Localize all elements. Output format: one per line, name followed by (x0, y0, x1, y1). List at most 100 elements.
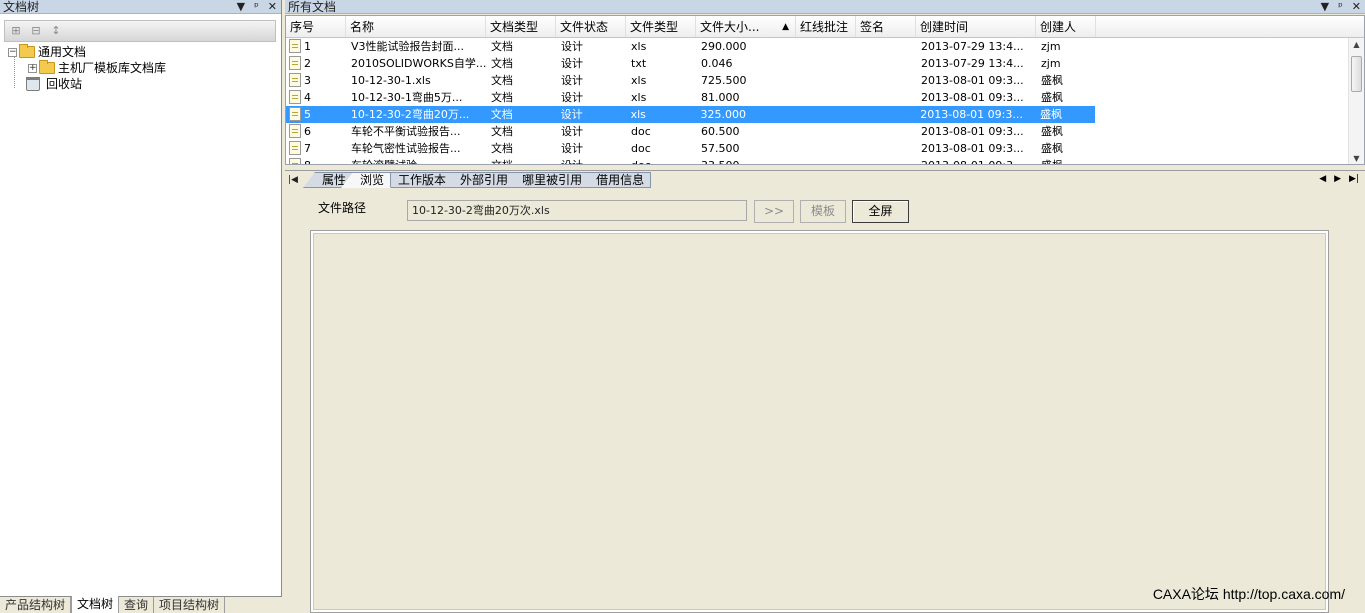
cell-name: 车轮滚臂试验... (346, 157, 486, 164)
header-label: 创建人 (1040, 20, 1077, 34)
cell-text: 文档 (491, 159, 513, 164)
header-col-file-type[interactable]: 文件类型 (626, 16, 696, 37)
vertical-scrollbar[interactable]: ▲ ▼ (1348, 38, 1364, 164)
cell-redline (796, 89, 856, 106)
header-label: 名称 (350, 20, 375, 34)
header-col-creator[interactable]: 创建人 (1036, 16, 1096, 37)
close-icon[interactable]: ✕ (1352, 0, 1361, 14)
cell-index: 6 (286, 123, 346, 140)
tree-node-recycle-bin[interactable]: 回收站 (26, 76, 278, 92)
header-col-file-status[interactable]: 文件状态 (556, 16, 626, 37)
collapse-toggle-icon[interactable]: − (8, 47, 17, 57)
all-documents-pane: 所有文档 ▼ ᵖ ✕ 序号 名称 文档类型 文件状态 文件类型 文件大小... ▲ 红线批注签… (285, 0, 1365, 613)
tab-project-structure-tree[interactable]: 项目结构树 (154, 597, 226, 613)
cell-text: 文档 (491, 74, 513, 87)
all-documents-title-bar: 所有文档 ▼ ᵖ ✕ (285, 0, 1365, 14)
tree-node-oem-template-library[interactable]: + 主机厂模板库文档库 (28, 60, 278, 76)
cell-file-status: 设计 (556, 106, 626, 123)
tab-external-references[interactable]: 外部引用 (441, 172, 516, 188)
cell-text: 文档 (490, 108, 513, 121)
cell-name: 10-12-30-1.xls (346, 72, 486, 89)
cell-text: 725.500 (701, 74, 747, 87)
template-button[interactable]: 模板 (800, 200, 846, 223)
table-row[interactable]: 7 车轮气密性试验报告... 文档 设计 doc 57.500 2013-08-01 09:… (286, 140, 1364, 157)
next-tab-icon[interactable]: ▶ (1334, 172, 1341, 186)
header-col-index[interactable]: 序号 (286, 16, 346, 37)
dropdown-icon[interactable]: ▼ (237, 0, 245, 14)
cell-text: 2 (304, 57, 311, 70)
cell-text: 60.500 (701, 125, 740, 138)
cell-creator: 盛枫 (1036, 157, 1096, 164)
tree-node-general-docs[interactable]: − 通用文档 (8, 44, 278, 60)
cell-creator: 盛枫 (1036, 140, 1096, 157)
close-icon[interactable]: ✕ (268, 0, 277, 14)
cell-created-time: 2013-07-29 13:4... (916, 55, 1036, 72)
first-tab-icon[interactable]: |◀ (285, 172, 301, 188)
document-icon (289, 141, 301, 155)
cell-text: 盛枫 (1041, 142, 1063, 155)
cell-text: 文档 (491, 40, 513, 53)
header-label: 文件大小... (700, 20, 760, 34)
table-row[interactable]: 6 车轮不平衡试验报告... 文档 设计 doc 60.500 2013-08-01 09:… (286, 123, 1364, 140)
table-row[interactable]: 1 V3性能试验报告封面... 文档 设计 xls 290.000 2013-07-29 1… (286, 38, 1364, 55)
cell-file-size: 0.046 (696, 55, 796, 72)
table-row[interactable]: 4 10-12-30-1弯曲5万... 文档 设计 xls 81.000 2013-08-0… (286, 89, 1364, 106)
cell-created-time: 2013-08-01 09:3... (916, 123, 1036, 140)
tab-document-tree[interactable]: 文档树 (71, 596, 120, 613)
documents-grid: 序号 名称 文档类型 文件状态 文件类型 文件大小... ▲ 红线批注 签名 创建时间 创建人 1 V… (285, 15, 1365, 165)
forum-watermark: CAXA论坛 http://top.caxa.com/ (1152, 586, 1345, 602)
forward-button[interactable]: >> (754, 200, 794, 223)
scroll-down-icon[interactable]: ▼ (1349, 152, 1364, 164)
document-icon (289, 56, 301, 70)
pin-icon[interactable]: ᵖ (1338, 0, 1343, 14)
fullscreen-button[interactable]: 全屏 (852, 200, 909, 223)
cell-text: 盛枫 (1041, 91, 1063, 104)
cell-signature (856, 89, 916, 106)
header-col-doc-type[interactable]: 文档类型 (486, 16, 556, 37)
file-path-field[interactable]: 10-12-30-2弯曲20万次.xls (407, 200, 747, 221)
cell-text: 57.500 (701, 142, 740, 155)
table-row[interactable]: 8 车轮滚臂试验... 文档 设计 doc 33.500 2013-08-01 09:3..… (286, 157, 1364, 164)
header-col-created-time[interactable]: 创建时间 (916, 16, 1036, 37)
tree-node-label: 通用文档 (38, 45, 87, 59)
cell-text: 290.000 (701, 40, 747, 53)
document-icon (289, 73, 301, 87)
pin-icon[interactable]: ᵖ (254, 0, 259, 14)
cell-name: 10-12-30-2弯曲20万... (346, 106, 486, 123)
cell-file-status: 设计 (556, 89, 626, 106)
scroll-up-icon[interactable]: ▲ (1349, 38, 1364, 52)
header-col-name[interactable]: 名称 (346, 16, 486, 37)
header-col-file-size[interactable]: 文件大小... ▲ (696, 16, 796, 37)
header-col-redline[interactable]: 红线批注 (796, 16, 856, 37)
tab-query[interactable]: 查询 (119, 597, 155, 613)
table-row[interactable]: 5 10-12-30-2弯曲20万... 文档 设计 xls 325.000 2013-08… (286, 106, 1095, 123)
cell-creator: 盛枫 (1036, 123, 1096, 140)
scrollbar-thumb[interactable] (1351, 56, 1362, 92)
cell-text: 2013-08-01 09:3... (921, 74, 1024, 87)
cell-text: 文档 (491, 57, 513, 70)
cell-text: 盛枫 (1041, 125, 1063, 138)
tab-borrow-info[interactable]: 借用信息 (577, 172, 652, 188)
collapse-all-icon[interactable]: ⊟ (29, 24, 43, 38)
dropdown-icon[interactable]: ▼ (1321, 0, 1329, 14)
cell-text: 2013-07-29 13:4... (921, 40, 1024, 53)
tab-product-structure-tree[interactable]: 产品结构树 (0, 597, 72, 613)
prev-tab-icon[interactable]: ◀ (1319, 172, 1326, 186)
cell-redline (796, 38, 856, 55)
cell-file-size: 290.000 (696, 38, 796, 55)
sort-icon[interactable]: ↕ (49, 24, 63, 38)
recycle-bin-icon (26, 77, 40, 91)
cell-text: 8 (304, 159, 311, 164)
table-row[interactable]: 2 2010SOLIDWORKS自学... 文档 设计 txt 0.046 2013-07-… (286, 55, 1364, 72)
cell-index: 2 (286, 55, 346, 72)
cell-text: 2010SOLIDWORKS自学... (351, 57, 486, 70)
last-tab-icon[interactable]: ▶| (1349, 172, 1359, 186)
expand-toggle-icon[interactable]: + (28, 63, 37, 73)
cell-signature (856, 157, 916, 164)
tab-where-referenced[interactable]: 哪里被引用 (503, 172, 590, 188)
header-col-signature[interactable]: 签名 (856, 16, 916, 37)
cell-redline (796, 140, 856, 157)
cell-text: 盛枫 (1041, 74, 1063, 87)
expand-all-icon[interactable]: ⊞ (9, 24, 23, 38)
table-row[interactable]: 3 10-12-30-1.xls 文档 设计 xls 725.500 2013-08-01 … (286, 72, 1364, 89)
